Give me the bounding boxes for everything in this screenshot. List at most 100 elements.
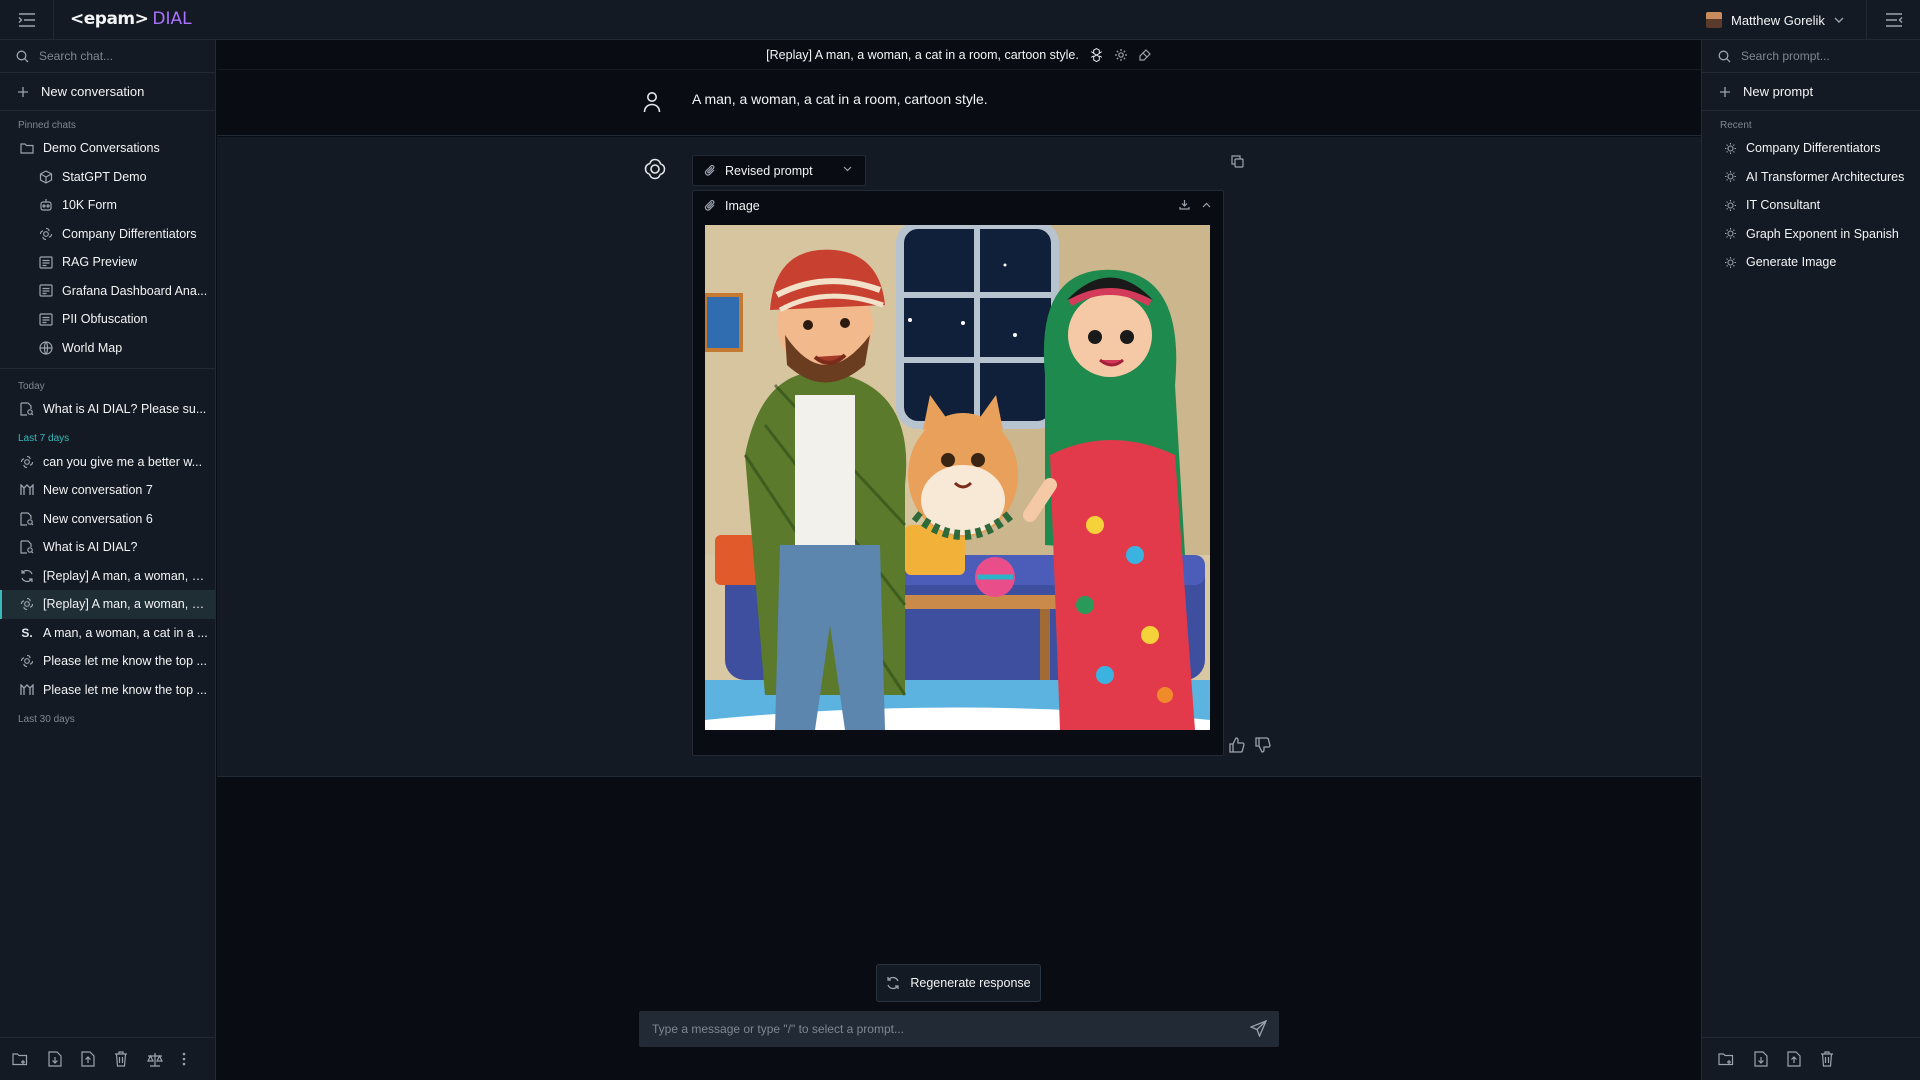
chat-sidebar: Search chat... New conversation Pinned c… [0,40,216,1080]
search-icon [1718,50,1731,63]
prompt-search[interactable]: Search prompt... [1702,40,1920,73]
robot-icon [39,198,53,212]
model-openai-icon[interactable] [1089,47,1104,62]
prompt-item-label: Company Differentiators [1746,141,1881,156]
chat-item[interactable]: What is AI DIAL? Please su... [0,395,215,424]
chevron-down-icon [1834,17,1844,23]
openai-icon [39,227,53,241]
message-icon [39,313,53,326]
user-menu[interactable]: Matthew Gorelik [1706,0,1844,40]
chat-item[interactable]: [Replay] A man, a woman, a... [0,562,215,591]
right-panel-toggle-button[interactable] [1866,0,1920,40]
plus-icon [1719,86,1731,98]
user-name: Matthew Gorelik [1731,12,1825,28]
prompt-item[interactable]: Graph Exponent in Spanish [1702,220,1920,249]
chevron-down-icon [843,166,852,172]
thumbs-down-icon[interactable] [1255,737,1271,753]
new-conversation-button[interactable]: New conversation [0,73,215,111]
prompt-item[interactable]: IT Consultant [1702,191,1920,220]
chat-item-label: What is AI DIAL? [43,540,138,555]
export-icon[interactable] [81,1051,95,1067]
chat-item-label: New conversation 7 [43,483,153,498]
generated-image [705,225,1210,730]
chat-item[interactable]: StatGPT Demo [0,163,215,192]
chat-item[interactable]: New conversation 7 [0,476,215,505]
download-icon[interactable] [1179,199,1190,210]
revised-prompt-label: Revised prompt [725,163,813,178]
openai-icon [20,597,34,611]
chat-item-label: 10K Form [62,198,117,213]
folder-icon [20,142,34,154]
import-icon[interactable] [1754,1051,1768,1067]
idea-icon [1724,142,1737,155]
message-icon [39,256,53,269]
copy-icon[interactable] [1231,155,1244,168]
chat-item[interactable]: Please let me know the top ... [0,676,215,705]
chat-item[interactable]: World Map [0,334,215,363]
conversation-title-bar: [Replay] A man, a woman, a cat in a room… [217,40,1701,70]
chat-item[interactable]: Grafana Dashboard Ana... [0,277,215,306]
cube-icon [39,170,53,184]
new-folder-icon[interactable] [1718,1052,1735,1067]
left-panel-toggle-button[interactable] [0,0,54,40]
prompt-item-label: Generate Image [1746,255,1837,270]
chat-item[interactable]: RAG Preview [0,248,215,277]
image-stage-header[interactable]: Image [693,191,1223,220]
chat-item[interactable]: [Replay] A man, a woman, a... [0,590,215,619]
thumbs-up-icon[interactable] [1229,737,1245,753]
chat-sidebar-footer [0,1037,215,1080]
user-message: A man, a woman, a cat in a room, cartoon… [217,71,1701,136]
chat-item-label: RAG Preview [62,255,138,270]
new-prompt-button[interactable]: New prompt [1702,73,1920,111]
chat-search-placeholder: Search chat... [39,49,114,63]
openai-icon [20,455,34,469]
chat-item[interactable]: S. A man, a woman, a cat in a ... [0,619,215,648]
trash-icon[interactable] [114,1051,128,1067]
chat-item[interactable]: can you give me a better w... [0,448,215,477]
settings-gear-icon[interactable] [1114,48,1128,62]
prompt-item[interactable]: Generate Image [1702,248,1920,277]
chat-search[interactable]: Search chat... [0,40,215,73]
prompt-item[interactable]: AI Transformer Architectures [1702,163,1920,192]
message-input[interactable] [652,1022,1232,1036]
chat-item-label: Please let me know the top ... [43,654,207,669]
idea-icon [1724,170,1737,183]
chat-item[interactable]: What is AI DIAL? [0,533,215,562]
new-folder-icon[interactable] [12,1052,29,1067]
plus-icon [17,86,29,98]
more-options-icon[interactable] [182,1052,186,1066]
chat-item-label: A man, a woman, a cat in a ... [43,625,208,640]
send-icon[interactable] [1250,1020,1267,1037]
chevron-up-icon[interactable] [1202,199,1211,210]
doc-search-icon [20,402,34,416]
app-logo[interactable]: <epam> DIAL [70,9,192,29]
message-composer [639,1011,1279,1047]
chat-item[interactable]: Company Differentiators [0,220,215,249]
globe-icon [39,341,53,355]
user-message-text: A man, a woman, a cat in a room, cartoon… [692,91,988,107]
chat-item-label: What is AI DIAL? Please su... [43,402,207,417]
top-header: <epam> DIAL Matthew Gorelik [0,0,1920,40]
openai-icon [643,157,667,181]
idea-icon [1724,256,1737,269]
stability-icon: S. [21,625,33,640]
clear-conversation-icon[interactable] [1138,48,1152,62]
doc-search-icon [20,540,34,554]
last-7-days-label: Last 7 days [18,433,70,444]
chat-item[interactable]: New conversation 6 [0,505,215,534]
chat-item-label: StatGPT Demo [62,169,147,184]
compare-icon[interactable] [147,1052,163,1067]
replay-icon [20,569,34,583]
import-icon[interactable] [48,1051,62,1067]
chat-item-label: [Replay] A man, a woman, a... [43,597,208,612]
regenerate-response-button[interactable]: Regenerate response [876,964,1041,1002]
chat-item[interactable]: 10K Form [0,191,215,220]
chat-item[interactable]: PII Obfuscation [0,305,215,334]
prompt-item[interactable]: Company Differentiators [1702,134,1920,163]
chat-item[interactable]: Please let me know the top ... [0,647,215,676]
prompt-item-label: AI Transformer Architectures [1746,169,1905,184]
export-icon[interactable] [1787,1051,1801,1067]
trash-icon[interactable] [1820,1051,1834,1067]
folder-demo-conversations[interactable]: Demo Conversations [0,134,215,163]
revised-prompt-stage[interactable]: Revised prompt [692,155,866,186]
